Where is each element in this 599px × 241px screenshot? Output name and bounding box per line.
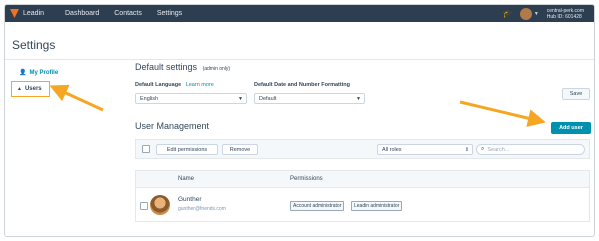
- default-language-label: Default Language: [135, 82, 182, 88]
- admin-only-note: (admin only): [202, 66, 231, 72]
- brand-name: Leadin: [23, 10, 45, 17]
- updown-caret-icon: ⇕: [464, 146, 469, 153]
- nav-item-dashboard[interactable]: Dashboard: [65, 10, 99, 17]
- permission-badge: Leadin administrator: [351, 201, 403, 211]
- sidebar-item-label: My Profile: [29, 69, 59, 76]
- portal-info[interactable]: central-perk.com Hub ID: 601428: [547, 8, 584, 20]
- sidebar-item-label: Users: [24, 86, 42, 92]
- chevron-down-icon: ▼: [238, 95, 243, 102]
- default-settings-heading: Default settings: [135, 62, 198, 72]
- roles-filter-select[interactable]: All roles ⇕: [377, 144, 473, 155]
- roles-filter-value: All roles: [382, 146, 402, 153]
- chevron-down-icon: ▼: [356, 95, 361, 102]
- save-button[interactable]: Save: [562, 88, 590, 100]
- column-header-name: Name: [178, 176, 195, 182]
- brand-logo[interactable]: Leadin: [10, 9, 65, 18]
- default-settings-title: Default settings (admin only): [135, 62, 230, 72]
- column-header-permissions: Permissions: [290, 176, 323, 182]
- top-nav: Leadin Dashboard Contacts Settings 🎓 ▼ c…: [5, 5, 594, 22]
- nav-item-settings[interactable]: Settings: [157, 10, 182, 17]
- title-divider: [5, 59, 594, 60]
- users-table: Name Permissions Gunther gunther@friends…: [135, 170, 590, 222]
- table-header: Name Permissions: [136, 171, 589, 188]
- app-window: Leadin Dashboard Contacts Settings 🎓 ▼ c…: [4, 4, 595, 237]
- remove-button[interactable]: Remove: [222, 144, 258, 155]
- search-placeholder: Search...: [487, 146, 510, 153]
- row-checkbox[interactable]: [140, 202, 148, 210]
- date-format-select[interactable]: Default ▼: [254, 93, 365, 104]
- add-user-button[interactable]: Add user: [551, 122, 591, 134]
- users-toolbar: Edit permissions Remove All roles ⇕ ⌕ Se…: [135, 139, 590, 159]
- learn-more-link[interactable]: Learn more: [186, 82, 214, 88]
- table-row[interactable]: Gunther gunther@friends.com Account admi…: [136, 188, 589, 222]
- edit-permissions-button[interactable]: Edit permissions: [156, 144, 218, 155]
- sidebar-item-users[interactable]: ▲ Users: [11, 81, 50, 97]
- users-icon: ▲: [17, 86, 22, 92]
- sidebar-item-my-profile[interactable]: 👤 My Profile: [19, 69, 59, 77]
- user-name: Gunther: [178, 196, 202, 203]
- nav-item-contacts[interactable]: Contacts: [114, 10, 142, 17]
- user-management-title: User Management: [135, 121, 210, 131]
- search-input[interactable]: ⌕ Search...: [476, 144, 585, 155]
- language-value: English: [140, 95, 159, 102]
- account-avatar[interactable]: [519, 7, 532, 20]
- search-icon: ⌕: [481, 146, 485, 152]
- date-format-value: Default: [259, 95, 277, 102]
- language-label-row: Default Language Learn more: [135, 82, 214, 88]
- hub-id: Hub ID: 601428: [546, 13, 582, 20]
- leadin-logo-icon: [10, 9, 19, 18]
- academy-icon[interactable]: 🎓: [503, 9, 513, 18]
- avatar: [150, 195, 170, 215]
- portal-name: central-perk.com: [546, 7, 584, 14]
- date-format-label: Default Date and Number Formatting: [254, 82, 350, 88]
- chevron-down-icon[interactable]: ▼: [534, 11, 539, 17]
- select-all-checkbox[interactable]: [142, 145, 150, 153]
- person-icon: 👤: [19, 70, 27, 76]
- page-title: Settings: [12, 38, 56, 52]
- user-email: gunther@friends.com: [178, 206, 226, 212]
- language-select[interactable]: English ▼: [135, 93, 247, 104]
- permission-badge: Account administrator: [290, 201, 345, 211]
